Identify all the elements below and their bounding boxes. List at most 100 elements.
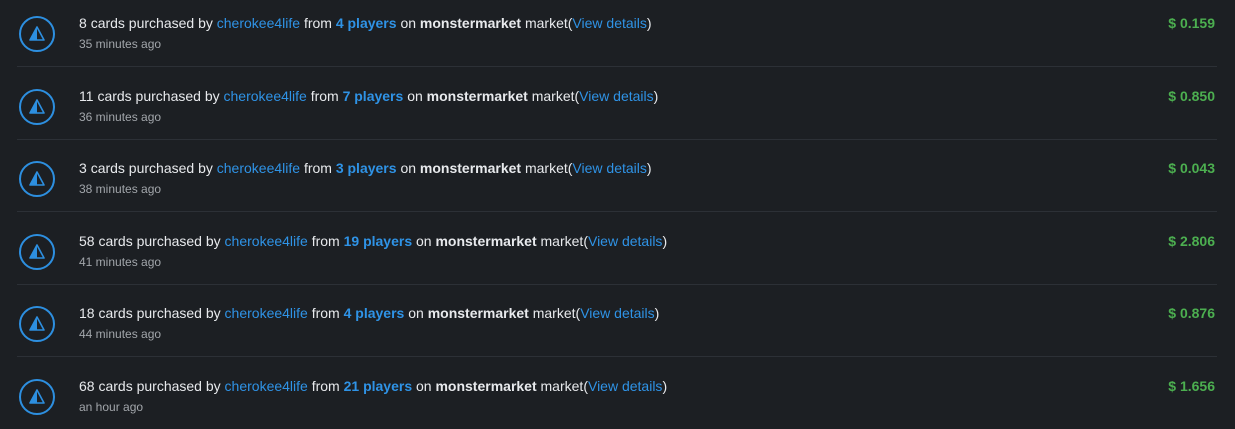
market-name: monstermarket xyxy=(435,232,537,249)
pyramid-icon xyxy=(28,243,46,261)
paren-close: ) xyxy=(646,160,652,177)
from-text: from xyxy=(310,87,339,104)
timestamp: 35 minutes ago xyxy=(79,37,162,51)
paren-close: ) xyxy=(662,378,668,394)
on-text: on xyxy=(400,160,417,177)
amount: $ 0.876 xyxy=(1168,305,1215,322)
timestamp: 36 minutes ago xyxy=(79,109,162,124)
avatar[interactable] xyxy=(19,16,55,52)
market-word: market xyxy=(531,87,575,104)
from-text: from xyxy=(311,232,340,249)
from-text: from xyxy=(311,378,340,394)
row-divider xyxy=(17,66,1217,67)
on-text: on xyxy=(400,15,417,31)
activity-text: 68 cards purchased by cherokee4life from… xyxy=(79,377,667,395)
activity-text: 18 cards purchased by cherokee4life from… xyxy=(79,304,659,322)
activity-item: 11 cards purchased by cherokee4life from… xyxy=(0,73,1235,145)
activity-item: 18 cards purchased by cherokee4life from… xyxy=(0,290,1235,362)
buyer-link[interactable]: cherokee4life xyxy=(224,88,307,104)
view-details-link[interactable]: View details xyxy=(588,378,662,394)
activity-item: 68 cards purchased by cherokee4life from… xyxy=(0,363,1235,429)
players-link[interactable]: 19 players xyxy=(344,233,413,249)
row-divider xyxy=(17,284,1217,285)
row-divider xyxy=(17,139,1217,140)
activity-text: 3 cards purchased by cherokee4life from … xyxy=(79,159,652,177)
players-link[interactable]: 4 players xyxy=(344,305,405,321)
timestamp: 44 minutes ago xyxy=(79,327,162,342)
players-link[interactable]: 4 players xyxy=(336,15,397,31)
buyer-link[interactable]: cherokee4life xyxy=(225,233,308,249)
market-name: monstermarket xyxy=(419,160,522,177)
from-text: from xyxy=(303,15,332,31)
paren-close: ) xyxy=(662,232,668,249)
activity-item: 58 cards purchased by cherokee4life from… xyxy=(0,218,1235,290)
market-word: market xyxy=(540,378,584,394)
view-details-link[interactable]: View details xyxy=(580,305,654,321)
purchased-by-text: cards purchased by xyxy=(90,160,213,177)
timestamp: 38 minutes ago xyxy=(79,182,162,197)
activity-text: 8 cards purchased by cherokee4life from … xyxy=(79,14,652,32)
amount: $ 0.850 xyxy=(1168,87,1215,104)
purchased-by-text: cards purchased by xyxy=(97,87,220,104)
buyer-link[interactable]: cherokee4life xyxy=(225,305,308,321)
card-count: 68 xyxy=(79,378,95,394)
pyramid-icon xyxy=(28,315,46,333)
view-details-link[interactable]: View details xyxy=(579,88,653,104)
pyramid-icon xyxy=(28,170,46,188)
market-word: market xyxy=(524,160,568,177)
activity-item: 3 cards purchased by cherokee4life from … xyxy=(0,145,1235,217)
avatar[interactable] xyxy=(19,88,55,125)
avatar[interactable] xyxy=(19,233,55,270)
buyer-link[interactable]: cherokee4life xyxy=(217,15,300,31)
card-count: 58 xyxy=(79,232,95,249)
on-text: on xyxy=(408,305,424,322)
players-link[interactable]: 3 players xyxy=(336,160,397,176)
amount: $ 0.159 xyxy=(1168,15,1215,31)
buyer-link[interactable]: cherokee4life xyxy=(225,378,308,394)
pyramid-icon xyxy=(28,98,46,116)
pyramid-icon xyxy=(28,388,46,406)
amount: $ 0.043 xyxy=(1168,160,1215,177)
amount: $ 1.656 xyxy=(1168,378,1215,394)
amount: $ 2.806 xyxy=(1168,232,1215,249)
market-word: market xyxy=(532,305,576,322)
market-name: monstermarket xyxy=(419,15,522,31)
view-details-link[interactable]: View details xyxy=(588,233,662,249)
players-link[interactable]: 7 players xyxy=(343,88,404,104)
activity-text: 11 cards purchased by cherokee4life from… xyxy=(79,87,658,105)
on-text: on xyxy=(416,378,432,394)
row-divider xyxy=(17,356,1217,357)
on-text: on xyxy=(416,232,432,249)
avatar[interactable] xyxy=(19,306,55,343)
row-divider xyxy=(17,211,1217,212)
paren-close: ) xyxy=(653,87,659,104)
market-name: monstermarket xyxy=(435,378,537,394)
card-count: 8 xyxy=(79,15,87,31)
view-details-link[interactable]: View details xyxy=(572,160,646,176)
avatar[interactable] xyxy=(19,379,55,415)
avatar[interactable] xyxy=(19,161,55,198)
from-text: from xyxy=(303,160,332,177)
purchased-by-text: cards purchased by xyxy=(98,378,221,394)
card-count: 11 xyxy=(79,87,94,104)
pyramid-icon xyxy=(28,25,46,43)
paren-close: ) xyxy=(646,15,652,31)
activity-text: 58 cards purchased by cherokee4life from… xyxy=(79,232,667,250)
players-link[interactable]: 21 players xyxy=(344,378,413,394)
on-text: on xyxy=(407,87,423,104)
from-text: from xyxy=(311,305,340,322)
activity-item: 8 cards purchased by cherokee4life from … xyxy=(0,0,1235,72)
buyer-link[interactable]: cherokee4life xyxy=(217,160,300,176)
market-name: monstermarket xyxy=(426,87,528,104)
market-word: market xyxy=(524,15,568,31)
timestamp: 41 minutes ago xyxy=(79,254,162,269)
view-details-link[interactable]: View details xyxy=(572,15,646,31)
card-count: 18 xyxy=(79,305,95,322)
market-word: market xyxy=(540,232,584,249)
purchased-by-text: cards purchased by xyxy=(98,232,221,249)
purchased-by-text: cards purchased by xyxy=(90,15,213,31)
activity-feed: 8 cards purchased by cherokee4life from … xyxy=(0,0,1235,429)
market-name: monstermarket xyxy=(427,305,529,322)
purchased-by-text: cards purchased by xyxy=(98,305,221,322)
timestamp: an hour ago xyxy=(79,400,144,414)
